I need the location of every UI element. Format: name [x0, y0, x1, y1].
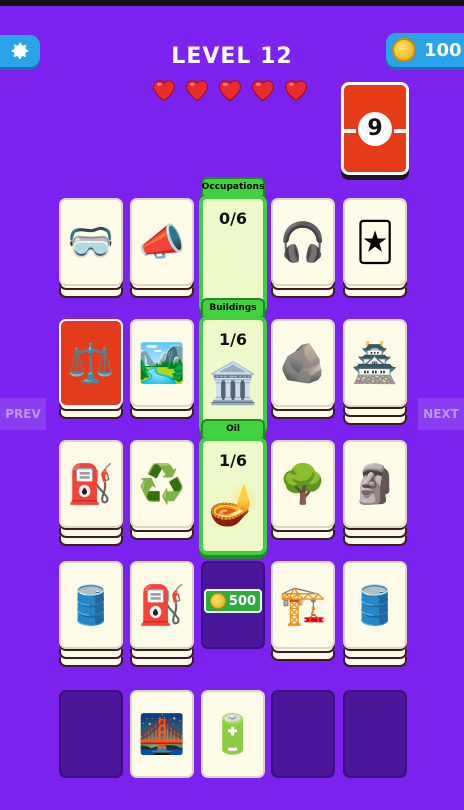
category-label-buildings: Buildings	[201, 298, 265, 318]
category-progress: 0/6	[218, 209, 248, 228]
unlock-price-button[interactable]: 500	[204, 589, 262, 613]
poker-player-icon: 🃏	[355, 220, 395, 264]
heart-icon	[249, 76, 277, 102]
category-card-occupations[interactable]: 0/6	[199, 195, 267, 313]
oil-pump-jack-icon: 🏗️	[279, 583, 327, 627]
jerrycan-icon: 🛢️	[67, 583, 115, 627]
gavel-icon: ⚖️	[67, 341, 115, 385]
remaining-count: 9	[358, 111, 392, 146]
category-label-oil: Oil	[201, 419, 265, 439]
oil-lamp-icon: 🪔	[208, 482, 258, 528]
oil-barrel-icon: 🛢️	[351, 583, 399, 627]
vr-headset-person-icon: 🥽	[67, 220, 115, 264]
pagoda-icon: 🏯	[351, 341, 399, 385]
gas-pump-icon: ⛽	[138, 583, 186, 627]
category-progress: 1/6	[218, 330, 248, 349]
orange-tree-icon: 🌳	[279, 462, 327, 506]
mount-rushmore-icon: 🗿	[351, 462, 399, 506]
heart-icon	[150, 76, 178, 102]
level-title: LEVEL 12	[171, 44, 293, 69]
bridge-icon: 🌉	[138, 712, 186, 756]
heart-icon	[183, 76, 211, 102]
category-card-oil[interactable]: 1/6 🪔	[199, 437, 267, 555]
palace-garden-icon: 🏞️	[138, 341, 186, 385]
next-button[interactable]: NEXT	[418, 398, 464, 430]
megaphone-person-icon: 📣	[138, 220, 186, 264]
heart-icon	[282, 76, 310, 102]
prev-button[interactable]: PREV	[0, 398, 46, 430]
category-label-occupations: Occupations	[201, 177, 265, 197]
heart-icon	[216, 76, 244, 102]
coin-icon	[209, 593, 226, 609]
tray-slot-empty	[271, 690, 335, 778]
battery-icon: 🔋	[209, 712, 257, 756]
tray-slot-empty	[343, 690, 407, 778]
remaining-cards-counter: 9	[341, 82, 409, 175]
rock-building-icon: 🪨	[279, 341, 327, 385]
unlock-price: 500	[228, 593, 257, 609]
fuel-nozzle-icon: ⛽	[67, 462, 115, 506]
building-icon: 🏛️	[208, 361, 258, 407]
tray-slot-empty	[59, 690, 123, 778]
recycle-bin-icon: ♻️	[138, 462, 186, 506]
dj-person-icon: 🎧	[279, 220, 327, 264]
category-progress: 1/6	[218, 451, 248, 470]
lives-bar	[150, 76, 310, 102]
top-status-bar	[0, 0, 464, 6]
category-card-buildings[interactable]: 1/6 🏛️	[199, 316, 267, 434]
